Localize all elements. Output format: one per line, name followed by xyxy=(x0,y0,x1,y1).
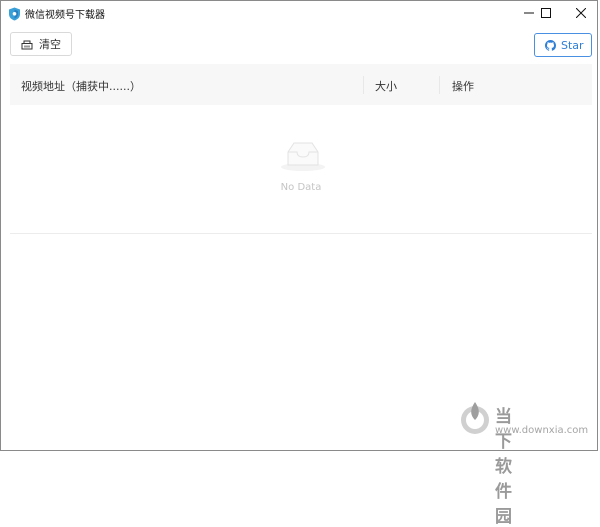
watermark-url: www.downxia.com xyxy=(495,425,589,436)
table-header: 视频地址（捕获中......） 大小 操作 xyxy=(10,64,592,105)
empty-text: No Data xyxy=(280,182,322,193)
column-header-video-url[interactable]: 视频地址（捕获中......） xyxy=(21,78,141,94)
column-divider xyxy=(439,76,440,94)
clear-button-label: 清空 xyxy=(39,38,61,51)
star-button-label: Star xyxy=(561,38,584,52)
close-button[interactable] xyxy=(564,1,598,25)
column-header-actions[interactable]: 操作 xyxy=(452,78,474,94)
app-window: 微信视频号下载器 清空 Star 视频地址（捕获中......） 大小 操作 N… xyxy=(0,0,598,527)
table-empty-state: No Data xyxy=(10,105,592,234)
column-header-size[interactable]: 大小 xyxy=(375,78,397,94)
clear-icon xyxy=(21,39,33,50)
empty-inbox-icon xyxy=(280,140,326,176)
close-icon xyxy=(576,8,586,18)
maximize-button[interactable] xyxy=(529,1,563,25)
maximize-icon xyxy=(541,8,551,18)
app-icon xyxy=(8,6,21,21)
github-icon xyxy=(545,39,556,51)
clear-button[interactable]: 清空 xyxy=(10,32,72,56)
watermark-title: 当下软件园 xyxy=(495,407,514,527)
title-bar[interactable]: 微信视频号下载器 xyxy=(1,1,597,25)
column-divider xyxy=(363,76,364,94)
watermark: 当下软件园 www.downxia.com xyxy=(459,400,588,527)
window-title: 微信视频号下载器 xyxy=(25,10,105,21)
watermark-logo xyxy=(461,402,489,434)
star-button[interactable]: Star xyxy=(534,33,592,57)
